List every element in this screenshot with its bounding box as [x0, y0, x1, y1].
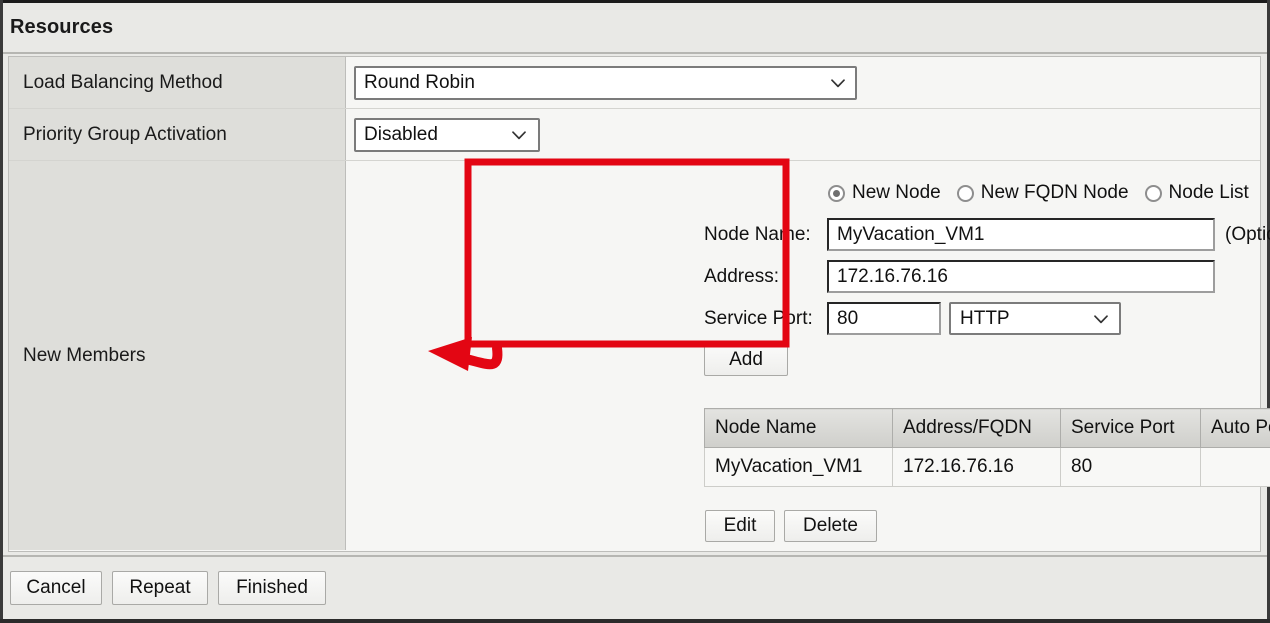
chevron-down-icon [1094, 314, 1108, 323]
new-members-label: New Members [9, 161, 346, 550]
cell-service-port: 80 [1060, 447, 1201, 487]
radio-new-node-label: New Node [852, 182, 941, 203]
field-node-name: Node Name: MyVacation_VM1 (Optional) [699, 218, 1270, 251]
address-label: Address: [704, 265, 779, 287]
edit-button[interactable]: Edit [705, 510, 775, 542]
section-header: Resources [3, 3, 1267, 54]
new-members-cell: New Node New FQDN Node Node List Node Na… [346, 161, 1270, 550]
radio-unselected-icon [1144, 184, 1162, 202]
resources-panel: Resources Load Balancing Method Round Ro… [3, 3, 1270, 619]
repeat-button[interactable]: Repeat [112, 571, 208, 605]
column-header-service-port[interactable]: Service Port [1060, 408, 1201, 448]
members-table: Node Name Address/FQDN Service Port Auto… [704, 408, 1270, 487]
radio-new-fqdn-node[interactable]: New FQDN Node [956, 182, 1129, 204]
radio-new-node[interactable]: New Node [828, 182, 941, 204]
radio-unselected-icon [956, 184, 974, 202]
radio-selected-icon [828, 184, 845, 202]
row-priority-group-activation: Priority Group Activation Disabled [9, 109, 1260, 161]
radio-new-fqdn-node-label: New FQDN Node [980, 182, 1129, 203]
resources-form-table: Load Balancing Method Round Robin Priori… [8, 56, 1270, 552]
priority-group-activation-select[interactable]: Disabled [354, 117, 540, 152]
service-port-protocol-select[interactable]: HTTP [949, 302, 1121, 335]
radio-node-list[interactable]: Node List [1144, 182, 1249, 204]
row-new-members: New Members New Node New FQDN Node Node … [9, 161, 1270, 550]
radio-node-list-label: Node List [1168, 182, 1249, 203]
field-service-port: Service Port: 80 HTTP [699, 302, 1121, 335]
row-load-balancing-method: Load Balancing Method Round Robin [9, 57, 1260, 109]
service-port-input[interactable]: 80 [827, 302, 941, 335]
cell-address: 172.16.76.16 [892, 447, 1061, 487]
cancel-button[interactable]: Cancel [10, 571, 102, 605]
node-type-radio-group: New Node New FQDN Node Node List [828, 182, 1249, 204]
address-input[interactable]: 172.16.76.16 [827, 260, 1215, 293]
chevron-down-icon [512, 130, 526, 139]
load-balancing-method-select[interactable]: Round Robin [354, 65, 857, 100]
node-name-label: Node Name: [704, 223, 811, 245]
column-header-node-name[interactable]: Node Name [704, 408, 893, 448]
page-title: Resources [10, 16, 114, 38]
service-port-protocol-value: HTTP [960, 307, 1010, 329]
window-frame-bottom [0, 619, 1270, 623]
members-table-actions: Edit Delete [705, 510, 877, 542]
resources-configuration-screen: Resources Load Balancing Method Round Ro… [0, 0, 1270, 623]
cell-auto-populate [1200, 447, 1270, 487]
cell-node-name: MyVacation_VM1 [704, 447, 893, 487]
load-balancing-method-label: Load Balancing Method [9, 57, 346, 108]
members-table-header-row: Node Name Address/FQDN Service Port Auto… [704, 408, 1270, 448]
service-port-label: Service Port: [704, 307, 813, 329]
add-button[interactable]: Add [704, 343, 788, 376]
load-balancing-method-value: Round Robin [364, 71, 475, 93]
column-header-address-fqdn[interactable]: Address/FQDN [892, 408, 1061, 448]
priority-group-activation-cell: Disabled [346, 109, 1260, 160]
finished-button[interactable]: Finished [218, 571, 326, 605]
chevron-down-icon [831, 78, 845, 87]
load-balancing-method-cell: Round Robin [346, 57, 1260, 108]
table-row[interactable]: MyVacation_VM1 172.16.76.16 80 0 [704, 447, 1270, 487]
node-name-input[interactable]: MyVacation_VM1 [827, 218, 1215, 251]
footer-action-bar: Cancel Repeat Finished [3, 555, 1267, 619]
node-name-optional-note: (Optional) [1225, 223, 1270, 245]
priority-group-activation-value: Disabled [364, 123, 438, 145]
column-header-auto-populate[interactable]: Auto Populate [1200, 408, 1270, 448]
new-member-editor: New Node New FQDN Node Node List Node Na… [354, 161, 1270, 550]
field-address: Address: 172.16.76.16 [699, 260, 1215, 293]
priority-group-activation-label: Priority Group Activation [9, 109, 346, 160]
delete-button[interactable]: Delete [784, 510, 877, 542]
